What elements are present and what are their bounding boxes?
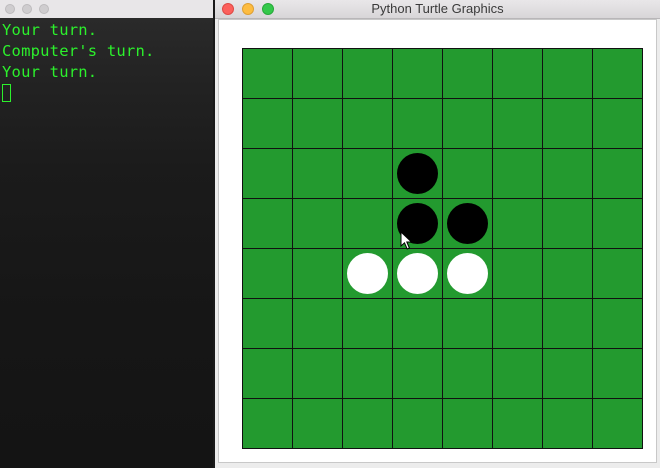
board-square[interactable] [592, 148, 643, 199]
board-square[interactable] [242, 348, 293, 399]
white-piece [347, 253, 388, 294]
board-square[interactable] [442, 348, 493, 399]
board-square[interactable] [292, 48, 343, 99]
board-square[interactable] [542, 298, 593, 349]
board-square[interactable] [292, 348, 343, 399]
board-square[interactable] [342, 348, 393, 399]
board-square[interactable] [292, 148, 343, 199]
board-square[interactable] [492, 98, 543, 149]
board-square[interactable] [542, 98, 593, 149]
terminal-window: Your turn. Computer's turn. Your turn. [0, 0, 213, 468]
mouse-pointer-icon [400, 231, 413, 250]
board-square[interactable] [592, 398, 643, 449]
board-square[interactable] [242, 398, 293, 449]
white-piece [447, 253, 488, 294]
board-square[interactable] [442, 148, 493, 199]
board-square[interactable] [342, 98, 393, 149]
board-square[interactable] [592, 98, 643, 149]
board-square[interactable] [492, 348, 543, 399]
board-square[interactable] [542, 48, 593, 99]
board-square[interactable] [592, 48, 643, 99]
board-square[interactable] [292, 398, 343, 449]
board-square[interactable] [542, 248, 593, 299]
board-square[interactable] [242, 298, 293, 349]
board-square[interactable] [592, 248, 643, 299]
board-square[interactable] [442, 298, 493, 349]
terminal-line: Your turn. [2, 63, 98, 81]
window-title: Python Turtle Graphics [371, 1, 504, 16]
board-square[interactable] [392, 48, 443, 99]
board-square[interactable] [292, 98, 343, 149]
board-square[interactable] [592, 198, 643, 249]
board-square[interactable] [492, 298, 543, 349]
board-square[interactable] [442, 398, 493, 449]
terminal-title-bar [0, 0, 213, 19]
board-square[interactable] [392, 298, 443, 349]
black-piece [397, 153, 438, 194]
terminal-output[interactable]: Your turn. Computer's turn. Your turn. [0, 18, 213, 468]
terminal-cursor [2, 84, 11, 102]
maximize-icon[interactable] [39, 4, 49, 14]
board-square[interactable] [492, 48, 543, 99]
board-square[interactable] [342, 198, 393, 249]
board-square[interactable] [592, 348, 643, 399]
board-square[interactable] [492, 148, 543, 199]
board-square[interactable] [542, 348, 593, 399]
white-piece [397, 253, 438, 294]
board-square[interactable] [492, 398, 543, 449]
board-square[interactable] [292, 298, 343, 349]
terminal-line: Computer's turn. [2, 42, 155, 60]
board-square[interactable] [492, 198, 543, 249]
board-square[interactable] [242, 198, 293, 249]
board-square[interactable] [342, 398, 393, 449]
board-square[interactable] [542, 398, 593, 449]
board-square[interactable] [342, 48, 393, 99]
othello-board[interactable] [242, 48, 643, 449]
minimize-icon[interactable] [22, 4, 32, 14]
terminal-line: Your turn. [2, 21, 98, 39]
board-square[interactable] [392, 348, 443, 399]
board-square[interactable] [242, 98, 293, 149]
board-square[interactable] [242, 148, 293, 199]
board-square[interactable] [392, 98, 443, 149]
board-square[interactable] [342, 298, 393, 349]
board-square[interactable] [242, 248, 293, 299]
board-square[interactable] [542, 198, 593, 249]
turtle-title-bar: Python Turtle Graphics [215, 0, 660, 19]
board-square[interactable] [292, 198, 343, 249]
close-icon[interactable] [5, 4, 15, 14]
board-square[interactable] [542, 148, 593, 199]
board-square[interactable] [392, 398, 443, 449]
board-square[interactable] [342, 148, 393, 199]
board-square[interactable] [492, 248, 543, 299]
board-square[interactable] [442, 48, 493, 99]
board-square[interactable] [442, 98, 493, 149]
black-piece [447, 203, 488, 244]
board-square[interactable] [242, 48, 293, 99]
board-square[interactable] [292, 248, 343, 299]
board-square[interactable] [592, 298, 643, 349]
